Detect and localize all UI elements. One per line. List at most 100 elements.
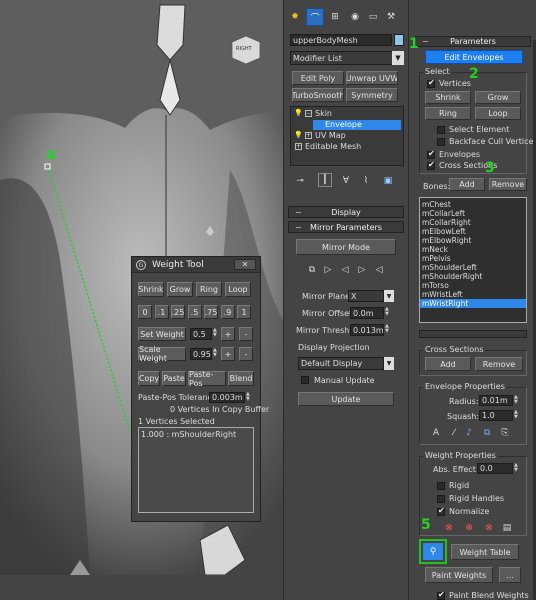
scale-weight-minus-button[interactable]: - xyxy=(239,347,253,361)
tolerance-spinner[interactable]: ▲ ▼ xyxy=(246,392,252,402)
mirror-paste-icon[interactable]: ⧉ xyxy=(306,264,318,276)
mirror-rollout-header[interactable]: Mirror Parameters xyxy=(288,221,404,233)
absolute-icon[interactable]: A xyxy=(431,427,441,439)
chevron-down-icon[interactable]: ▼ xyxy=(384,290,394,302)
mirror-plane-dropdown[interactable]: X xyxy=(348,290,384,302)
abs-effect-field[interactable]: 0.0 xyxy=(477,463,513,474)
ring-button[interactable]: Ring xyxy=(425,107,471,120)
wt-grow-button[interactable]: Grow xyxy=(167,282,193,297)
preset-weight-button[interactable]: .75 xyxy=(204,305,218,319)
set-weight-field[interactable]: 0.5 xyxy=(190,328,212,340)
paint-options-button[interactable]: ... xyxy=(499,567,521,583)
bone-list-item[interactable]: mChest xyxy=(420,200,526,209)
bone-list-item[interactable]: mShoulderLeft xyxy=(420,263,526,272)
bone-list-item[interactable]: mCollarRight xyxy=(420,218,526,227)
vertex-weight-entry[interactable]: 1.000 : mShoulderRight xyxy=(141,430,236,439)
rigid-checkbox[interactable] xyxy=(437,482,445,490)
expand-icon[interactable]: − xyxy=(305,110,312,117)
abs-effect-spinner[interactable]: ▲ ▼ xyxy=(514,463,520,473)
include-verts-icon[interactable]: ⊗ xyxy=(463,522,475,534)
viewport[interactable]: RIGHT 4 G Weight Tool ✕ Shrink Grow Ring Lo… xyxy=(0,0,283,575)
wt-ring-button[interactable]: Ring xyxy=(196,282,222,297)
set-weight-spinner[interactable]: ▲ ▼ xyxy=(213,328,219,338)
configure-sets-icon[interactable]: ▣ xyxy=(382,175,394,187)
nav-cube-label[interactable]: RIGHT xyxy=(236,46,252,52)
mirror-thresh-spinner[interactable]: ▲ ▼ xyxy=(385,324,391,334)
falloff-icon[interactable]: ⁄ xyxy=(449,427,459,439)
stack-item-editable-mesh[interactable]: + Editable Mesh xyxy=(291,142,403,152)
wt-copy-button[interactable]: Copy xyxy=(138,371,160,386)
preset-weight-button[interactable]: .25 xyxy=(171,305,185,319)
preset-weight-button[interactable]: .1 xyxy=(154,305,169,319)
stack-item-envelope[interactable]: Envelope xyxy=(313,120,401,130)
mirror-offset-field[interactable]: 0.0m xyxy=(350,307,384,319)
shrink-button[interactable]: Shrink xyxy=(425,91,471,104)
bone-list-item[interactable]: mElbowRight xyxy=(420,236,526,245)
expand-icon[interactable]: + xyxy=(295,143,302,150)
wt-loop-button[interactable]: Loop xyxy=(225,282,251,297)
radius-spinner[interactable]: ▲ ▼ xyxy=(514,395,520,405)
bone-list-item[interactable]: mTorso xyxy=(420,281,526,290)
cross-sections-checkbox[interactable] xyxy=(427,160,435,170)
create-tab-icon[interactable]: ✸ xyxy=(288,10,302,24)
paste-envelope-icon[interactable]: ⎘ xyxy=(499,427,511,439)
modifier-stack[interactable]: 💡 − Skin Envelope 💡 + UV Map + Editable … xyxy=(290,106,404,166)
bones-list[interactable]: mChest mCollarLeft mCollarRight mElbowLeft m… xyxy=(419,197,527,323)
mirror-offset-spinner[interactable]: ▲ ▼ xyxy=(385,307,391,317)
remove-modifier-icon[interactable]: ⌇ xyxy=(360,175,372,187)
weight-tool-titlebar[interactable]: G Weight Tool ✕ xyxy=(132,257,260,273)
select-excluded-icon[interactable]: ⊗ xyxy=(483,522,495,534)
rigid-handles-checkbox[interactable] xyxy=(437,495,445,503)
bone-list-item[interactable]: mElbowLeft xyxy=(420,227,526,236)
display-rollout-header[interactable]: Display xyxy=(288,206,404,218)
pin-stack-icon[interactable]: ⊸ xyxy=(294,175,306,187)
edit-poly-button[interactable]: Edit Poly xyxy=(292,71,344,85)
close-icon[interactable]: ✕ xyxy=(234,259,256,270)
cross-section-remove-button[interactable]: Remove xyxy=(475,357,523,371)
chevron-down-icon[interactable]: ▼ xyxy=(384,357,394,370)
squash-field[interactable]: 1.0 xyxy=(479,410,513,421)
paste-blue-to-green-icon[interactable]: ◁ xyxy=(339,264,351,276)
display-tab-icon[interactable]: ▭ xyxy=(366,10,380,24)
motion-tab-icon[interactable]: ◉ xyxy=(348,10,362,24)
bone-list-item[interactable]: mCollarLeft xyxy=(420,209,526,218)
remove-bone-button[interactable]: Remove xyxy=(489,178,527,191)
stack-item-uv-map[interactable]: 💡 + UV Map xyxy=(291,131,403,141)
paste-green-to-blue-icon[interactable]: ▷ xyxy=(322,264,334,276)
weight-tool-window[interactable]: G Weight Tool ✕ Shrink Grow Ring Loop 0.1.2… xyxy=(131,256,269,522)
grow-button[interactable]: Grow xyxy=(475,91,521,104)
symmetry-button[interactable]: Symmetry xyxy=(346,88,398,102)
bone-list-item[interactable]: mNeck xyxy=(420,245,526,254)
bone-list-item[interactable]: mShoulderRight xyxy=(420,272,526,281)
object-name-field[interactable]: upperBodyMesh xyxy=(290,34,392,46)
vertex-weight-list[interactable]: 1.000 : mShoulderRight xyxy=(138,427,254,513)
envelope-visibility-icon[interactable]: ♪ xyxy=(463,427,475,439)
preset-weight-button[interactable]: .5 xyxy=(187,305,202,319)
mirror-thresh-field[interactable]: 0.013m xyxy=(350,324,384,336)
weight-tool-icon[interactable]: ⚲ xyxy=(423,543,443,560)
scale-weight-button[interactable]: Scale Weight xyxy=(138,345,186,363)
edit-envelopes-button[interactable]: Edit Envelopes xyxy=(425,50,523,64)
display-projection-dropdown[interactable]: Default Display xyxy=(298,357,384,370)
envelopes-checkbox[interactable] xyxy=(427,149,435,159)
modifier-list-dropdown[interactable]: Modifier List xyxy=(290,51,394,65)
parameters-rollout-header[interactable]: Parameters xyxy=(415,36,531,47)
wt-blend-button[interactable]: Blend xyxy=(228,371,254,386)
cross-section-add-button[interactable]: Add xyxy=(425,357,471,371)
scale-weight-plus-button[interactable]: + xyxy=(221,347,235,361)
radius-field[interactable]: 0.01m xyxy=(479,395,513,406)
hierarchy-tab-icon[interactable]: ⊞ xyxy=(328,10,342,24)
bone-list-item[interactable]: mPelvis xyxy=(420,254,526,263)
vertices-checkbox[interactable] xyxy=(427,78,435,88)
select-element-checkbox[interactable] xyxy=(437,126,445,134)
set-weight-button[interactable]: Set Weight xyxy=(138,327,186,341)
exclude-verts-icon[interactable]: ⊗ xyxy=(443,522,455,534)
paste-blue-to-green-verts-icon[interactable]: ◁ xyxy=(373,264,385,276)
preset-weight-button[interactable]: .9 xyxy=(220,305,235,319)
paste-green-to-blue-verts-icon[interactable]: ▷ xyxy=(356,264,368,276)
turbosmooth-button[interactable]: TurboSmooth xyxy=(292,88,344,102)
expand-icon[interactable]: + xyxy=(305,132,312,139)
manual-update-checkbox[interactable] xyxy=(301,376,309,384)
stack-item-skin[interactable]: 💡 − Skin xyxy=(291,109,403,119)
paint-weights-button[interactable]: Paint Weights xyxy=(425,567,493,583)
